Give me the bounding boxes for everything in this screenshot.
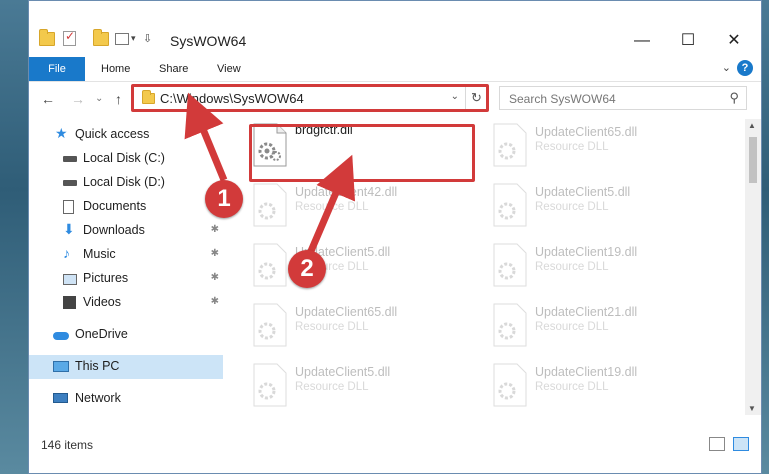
step-2-badge: 2 [288,250,326,288]
callout-arrows [184,92,356,260]
arrow-step-1 [184,92,228,182]
step-1-badge: 1 [205,180,243,218]
arrow-step-2 [304,154,356,260]
